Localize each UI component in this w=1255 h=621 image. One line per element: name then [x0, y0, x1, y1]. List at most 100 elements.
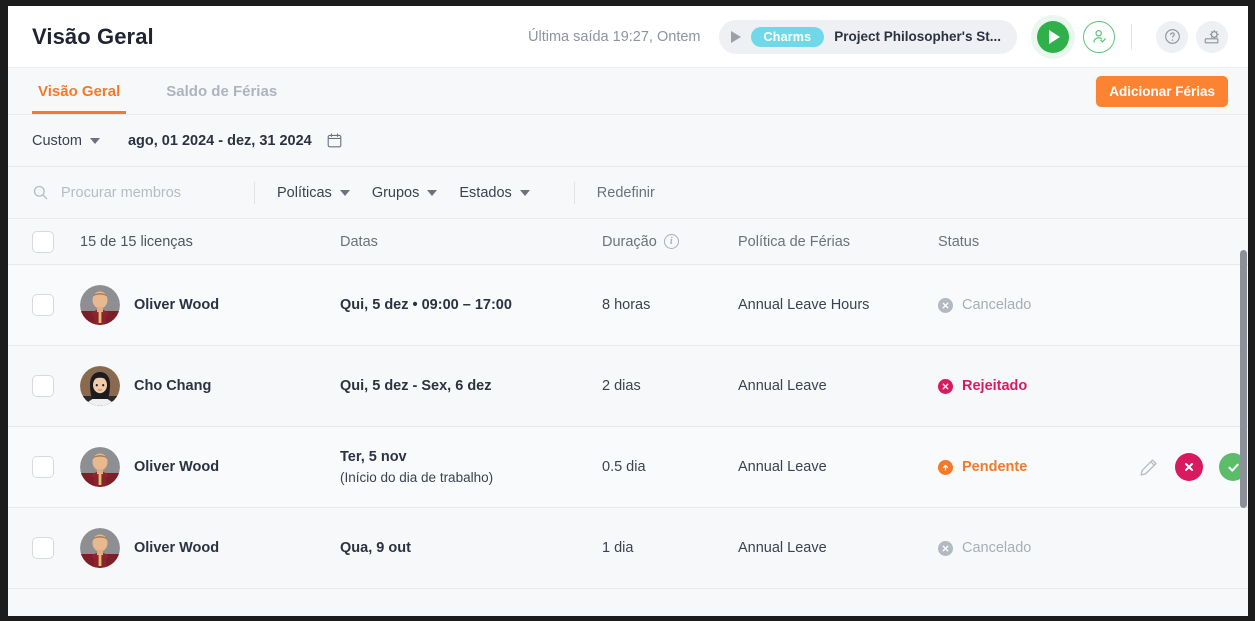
header-duration: Duração [602, 233, 657, 250]
status-cell: Pendente [938, 459, 1138, 475]
row-actions [1138, 453, 1247, 481]
reset-filters-link[interactable]: Redefinir [597, 185, 655, 201]
status-badge: Pendente [938, 459, 1138, 475]
avatar [80, 366, 120, 406]
policy-cell: Annual Leave Hours [738, 297, 870, 313]
toolbar-divider-2 [573, 181, 575, 204]
x-circle-icon [938, 378, 953, 394]
timer-widget[interactable]: Charms Project Philosopher's St... [718, 19, 1017, 54]
filter-politicas[interactable]: Políticas [277, 185, 350, 201]
row-checkbox[interactable] [32, 456, 54, 478]
chevron-down-icon [427, 189, 438, 196]
date-preset-label: Custom [32, 132, 82, 149]
search-box[interactable] [32, 184, 232, 201]
header-licenses: 15 de 15 licenças [80, 233, 193, 250]
settings-button[interactable] [1196, 20, 1228, 53]
member-cell: Oliver Wood [80, 285, 340, 325]
filter-estados[interactable]: Estados [459, 184, 530, 201]
add-vacation-button[interactable]: Adicionar Férias [1096, 76, 1228, 107]
dates-cell: Qui, 5 dez - Sex, 6 dez [340, 378, 602, 394]
filter-estados-label: Estados [459, 184, 512, 201]
filter-politicas-label: Políticas [277, 184, 332, 201]
table-row[interactable]: Oliver Wood Qui, 5 dez • 09:00 – 17:00 8… [8, 265, 1248, 346]
header-controls: Última saída 19:27, Ontem Charms Project… [528, 14, 1228, 59]
filter-toolbar: Políticas Grupos Estados Redefinir [8, 167, 1248, 219]
member-name: Oliver Wood [134, 459, 220, 475]
row-select-cell [32, 456, 80, 478]
info-icon[interactable]: i [663, 234, 679, 249]
member-name: Cho Chang [134, 378, 212, 394]
edit-button[interactable] [1138, 457, 1159, 478]
start-timer-button[interactable] [1037, 20, 1069, 53]
chevron-down-icon [339, 189, 350, 196]
row-select-cell [32, 537, 80, 559]
chevron-down-icon [89, 137, 100, 144]
user-check-icon [1092, 29, 1106, 43]
duration-cell: 1 dia [602, 540, 634, 556]
select-all-checkbox[interactable] [32, 230, 54, 253]
member-cell: Cho Chang [80, 366, 340, 406]
header-duration-cell: Duração i [602, 234, 738, 250]
tab-saldo-de-ferias[interactable]: Saldo de Férias [160, 83, 283, 114]
reject-x-icon [1175, 453, 1203, 481]
dates-text: Ter, 5 nov [340, 449, 407, 465]
scrollbar-thumb[interactable] [1240, 250, 1247, 508]
oliver-wood-avatar [80, 447, 120, 487]
start-timer-wrap [1031, 14, 1075, 59]
status-cell: Cancelado [938, 297, 1138, 313]
row-checkbox[interactable] [32, 294, 54, 316]
user-check-button[interactable] [1083, 20, 1115, 53]
search-input[interactable] [61, 184, 221, 201]
search-icon [33, 185, 48, 200]
status-label: Rejeitado [962, 378, 1028, 394]
row-select-cell [32, 375, 80, 397]
avatar [80, 285, 120, 325]
date-preset-dropdown[interactable]: Custom [32, 133, 100, 149]
tab-visao-geral[interactable]: Visão Geral [32, 83, 127, 114]
status-badge: Cancelado [938, 540, 1138, 556]
x-circle-icon [938, 297, 953, 313]
dates-text: Qui, 5 dez - Sex, 6 dez [340, 378, 492, 394]
arrow-up-circle-icon [938, 459, 953, 475]
member-name: Oliver Wood [134, 297, 220, 313]
calendar-icon[interactable] [326, 132, 343, 149]
table-header-row: 15 de 15 licenças Datas Duração i Políti… [8, 219, 1248, 265]
filter-grupos-label: Grupos [371, 184, 420, 201]
vertical-scrollbar[interactable] [1239, 250, 1248, 616]
last-checkout-text: Última saída 19:27, Ontem [528, 28, 701, 45]
select-all-cell [32, 230, 80, 253]
table-row[interactable]: Oliver Wood Ter, 5 nov (Início do dia de… [8, 427, 1248, 508]
reject-button[interactable] [1175, 453, 1203, 481]
project-tag: Charms [750, 26, 825, 47]
status-badge: Cancelado [938, 297, 1138, 313]
date-filter-row: Custom ago, 01 2024 - dez, 31 2024 [8, 115, 1248, 167]
status-cell: Rejeitado [938, 378, 1138, 394]
table-row[interactable]: Oliver Wood Qua, 9 out 1 dia Annual Leav… [8, 508, 1248, 589]
cho-chang-avatar [80, 366, 120, 406]
oliver-wood-avatar [80, 285, 120, 325]
row-select-cell [32, 294, 80, 316]
chevron-down-icon [519, 189, 530, 196]
duration-cell: 8 horas [602, 297, 651, 313]
status-label: Cancelado [962, 297, 1032, 313]
dates-cell: Qui, 5 dez • 09:00 – 17:00 [340, 297, 602, 313]
duration-cell: 2 dias [602, 378, 641, 394]
avatar [80, 447, 120, 487]
dates-text: Qua, 9 out [340, 540, 411, 556]
header-dates: Datas [340, 233, 378, 250]
table-row[interactable]: Cho Chang Qui, 5 dez - Sex, 6 dez 2 dias… [8, 346, 1248, 427]
toolbar-divider-1 [254, 181, 255, 204]
status-cell: Cancelado [938, 540, 1138, 556]
policy-cell: Annual Leave [738, 459, 827, 475]
x-circle-icon [938, 540, 953, 556]
filter-grupos[interactable]: Grupos [372, 185, 438, 201]
status-label: Pendente [962, 459, 1028, 475]
gear-settings-icon [1204, 29, 1219, 43]
play-icon [730, 30, 741, 43]
app-window: Visão Geral Última saída 19:27, Ontem Ch… [8, 6, 1248, 616]
help-button[interactable] [1156, 20, 1188, 53]
dates-subtext: (Início do dia de trabalho) [340, 470, 494, 485]
row-checkbox[interactable] [32, 537, 54, 559]
policy-cell: Annual Leave [738, 378, 827, 394]
row-checkbox[interactable] [32, 375, 54, 397]
